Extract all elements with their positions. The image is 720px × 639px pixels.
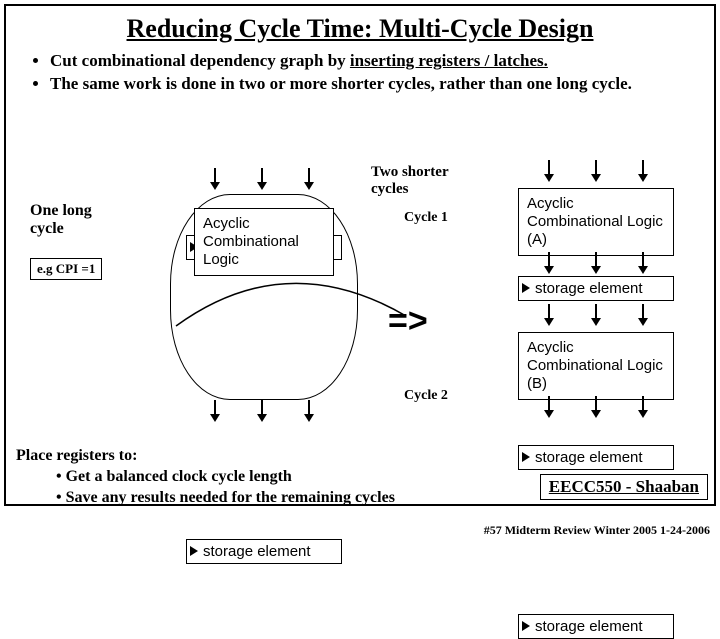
big-arrow: => <box>388 302 428 341</box>
bullet-1: Cut combinational dependency graph by in… <box>50 50 690 73</box>
storage-right-1: storage element <box>518 276 674 301</box>
footer: #57 Midterm Review Winter 2005 1-24-2006 <box>484 523 710 538</box>
acyclic-b: Acyclic Combinational Logic (B) <box>518 332 674 400</box>
two-shorter-label: Two shorter cycles <box>371 164 471 198</box>
arrows-down-left-2 <box>192 416 332 424</box>
bottom-text: Place registers to: • Get a balanced clo… <box>16 446 395 508</box>
cpi-box: e.g CPI =1 <box>30 258 102 280</box>
arrows-r4 <box>526 412 666 420</box>
acyclic-left: Acyclic Combinational Logic <box>194 208 334 276</box>
bullet-2: The same work is done in two or more sho… <box>50 73 690 96</box>
one-long-label: One long cycle <box>30 202 110 238</box>
class-box: EECC550 - Shaaban <box>540 474 708 500</box>
arrows-r2 <box>526 268 666 276</box>
slide-frame: Reducing Cycle Time: Multi-Cycle Design … <box>4 4 716 506</box>
cycle1-label: Cycle 1 <box>404 210 448 226</box>
storage-bot-left: storage element <box>186 539 342 564</box>
storage-right-3: storage element <box>518 614 674 639</box>
acyclic-a: Acyclic Combinational Logic (A) <box>518 188 674 256</box>
bullet-list: Cut combinational dependency graph by in… <box>6 50 714 96</box>
cycle2-label: Cycle 2 <box>404 388 448 404</box>
arrows-down-left-1 <box>192 184 332 192</box>
arrows-r3 <box>526 320 666 328</box>
arrows-r1 <box>526 176 666 184</box>
storage-right-2: storage element <box>518 445 674 470</box>
slide-title: Reducing Cycle Time: Multi-Cycle Design <box>6 6 714 50</box>
